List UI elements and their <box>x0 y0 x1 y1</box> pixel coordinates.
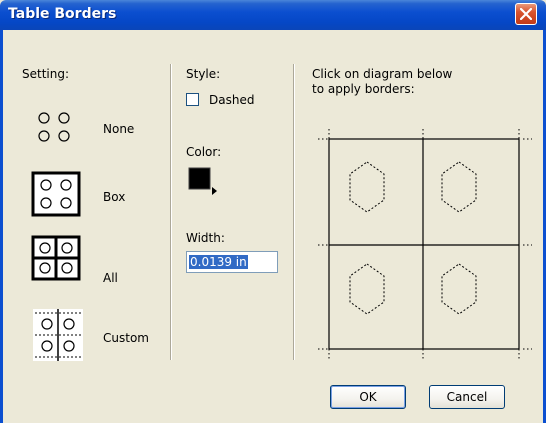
separator-right <box>293 64 295 360</box>
width-input-value[interactable]: 0.0139 in <box>189 255 248 269</box>
table-borders-dialog: Table Borders Setting: None Box All Cust… <box>0 0 546 423</box>
setting-box-label[interactable]: Box <box>103 190 125 204</box>
setting-all-label[interactable]: All <box>103 271 118 285</box>
width-label: Width: <box>186 231 225 245</box>
diagram-cell-1 <box>349 161 385 213</box>
dashed-checkbox[interactable] <box>186 93 199 106</box>
window-title: Table Borders <box>8 6 117 22</box>
border-diagram[interactable] <box>312 127 534 363</box>
setting-all-icon[interactable] <box>31 235 83 281</box>
separator-left <box>170 64 172 360</box>
diagram-cell-3 <box>349 263 385 315</box>
close-button[interactable] <box>515 3 537 25</box>
diagram-borders <box>328 138 520 350</box>
setting-none-label[interactable]: None <box>103 122 134 136</box>
setting-custom-icon[interactable] <box>33 309 83 361</box>
dashed-label[interactable]: Dashed <box>209 93 254 107</box>
diagram-cell-2 <box>441 161 477 213</box>
color-picker-button[interactable] <box>188 167 218 197</box>
cancel-button[interactable]: Cancel <box>429 385 505 409</box>
style-label: Style: <box>186 67 221 81</box>
close-icon <box>520 8 532 20</box>
diagram-instruction-line2: to apply borders: <box>312 82 415 96</box>
color-label: Color: <box>186 145 222 159</box>
setting-custom-label[interactable]: Custom <box>103 331 149 345</box>
color-picker-icon <box>212 187 217 195</box>
diagram-cell-4 <box>441 263 477 315</box>
setting-box-icon[interactable] <box>31 171 83 217</box>
setting-label: Setting: <box>22 67 70 81</box>
width-input[interactable]: 0.0139 in <box>186 251 278 273</box>
diagram-instruction-line1: Click on diagram below <box>312 67 453 81</box>
title-bar[interactable]: Table Borders <box>0 0 546 30</box>
setting-none-icon[interactable] <box>36 110 76 144</box>
diagram-cells <box>349 161 477 315</box>
ok-button[interactable]: OK <box>330 385 406 409</box>
window-border-left <box>0 30 3 423</box>
